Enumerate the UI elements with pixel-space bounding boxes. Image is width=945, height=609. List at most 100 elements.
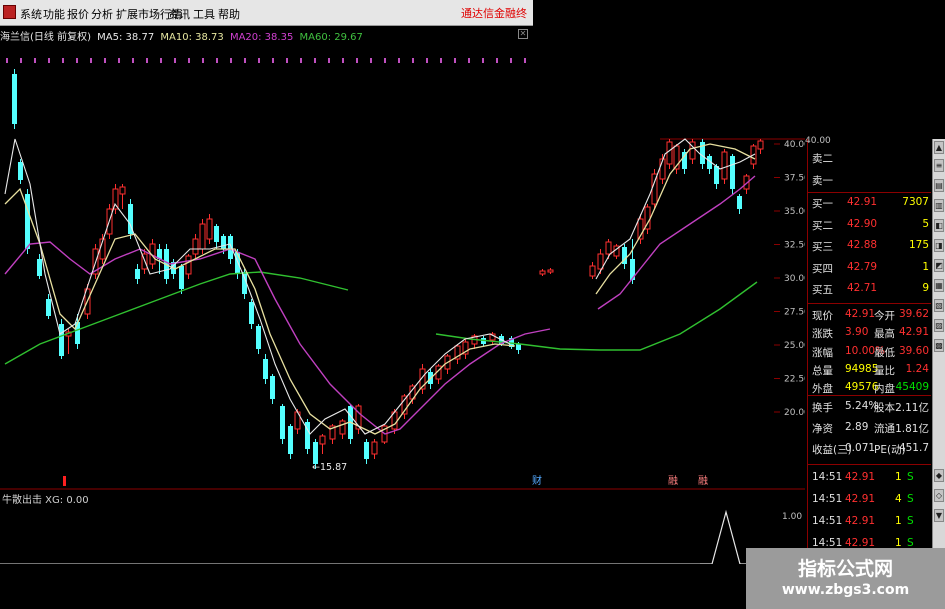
signal-tick bbox=[412, 58, 414, 63]
buy-row-1[interactable]: 买一 42.91 7307 bbox=[807, 195, 931, 212]
signal-tick bbox=[272, 58, 274, 63]
toolbar-btn-4[interactable]: ▥ bbox=[934, 199, 944, 212]
candle-body bbox=[288, 426, 293, 454]
stat-row-2[interactable]: 涨跌 3.90 最高 42.91 bbox=[807, 325, 931, 342]
tick-side: S bbox=[907, 493, 914, 505]
toolbar-btn-9[interactable]: ▧ bbox=[934, 299, 944, 312]
signal-tick bbox=[524, 58, 526, 63]
toolbar-btn-5[interactable]: ◧ bbox=[934, 219, 944, 232]
ma5-value: MA5: 38.77 bbox=[97, 32, 155, 43]
tick-row-2[interactable]: 14:51 42.91 4 S bbox=[807, 492, 931, 509]
low-price-marker: ←15.87 bbox=[312, 462, 347, 473]
candle-body bbox=[59, 324, 64, 356]
stat-value-2: 1.24 bbox=[905, 362, 929, 375]
ma10-value: MA10: 38.73 bbox=[160, 32, 224, 43]
event-marker-finance: 财 bbox=[532, 474, 542, 487]
candle-body bbox=[371, 441, 378, 455]
candle-body bbox=[179, 266, 184, 289]
signal-ticks bbox=[6, 58, 526, 63]
stat-label-2: 最低 bbox=[874, 346, 895, 359]
sell2-row[interactable]: 卖二 bbox=[807, 150, 931, 167]
tick-time: 14:51 bbox=[812, 515, 843, 527]
sell1-label: 卖一 bbox=[812, 175, 833, 187]
buy-row-5[interactable]: 买五 42.71 9 bbox=[807, 281, 931, 298]
candle-body bbox=[737, 196, 742, 209]
stat-label-1: 总量 bbox=[812, 364, 833, 377]
menu-analysis[interactable]: 分析 bbox=[91, 6, 113, 22]
toolbar-btn-1[interactable]: ▲ bbox=[934, 141, 944, 154]
tick-side: S bbox=[907, 471, 914, 483]
event-marker-margin-1: 融 bbox=[668, 475, 678, 487]
price-axis-label: 35.00 bbox=[784, 207, 805, 217]
toolbar-btn-8[interactable]: ▦ bbox=[934, 279, 944, 292]
stock-title: 海兰信(日线 前复权) bbox=[0, 32, 91, 43]
menu-function[interactable]: 功能 bbox=[43, 6, 65, 22]
stat-value-1: 3.90 bbox=[845, 326, 869, 339]
buy-row-2[interactable]: 买二 42.90 5 bbox=[807, 217, 931, 234]
fund-row-3[interactable]: 收益(三) 0.071 PE(动) 451.7 bbox=[807, 441, 931, 458]
buy-price: 42.71 bbox=[847, 282, 878, 294]
signal-tick bbox=[496, 58, 498, 63]
candle-body bbox=[280, 406, 285, 439]
toolbar-btn-12[interactable]: ◆ bbox=[934, 469, 944, 482]
signal-tick bbox=[468, 58, 470, 63]
menu-help[interactable]: 帮助 bbox=[218, 6, 240, 22]
menu-system[interactable]: 系统 bbox=[20, 6, 42, 22]
signal-tick bbox=[398, 58, 400, 63]
stat-value-2: 45409 bbox=[895, 381, 929, 394]
buy-label: 买五 bbox=[812, 284, 833, 296]
tick-row-1[interactable]: 14:51 42.91 1 S bbox=[807, 470, 931, 487]
fund-row-1[interactable]: 换手 5.24% 股本 2.11亿 bbox=[807, 399, 931, 416]
candle-body bbox=[192, 238, 199, 255]
buy-volume: 7307 bbox=[902, 196, 929, 208]
candle-body bbox=[185, 255, 192, 275]
candle-body bbox=[75, 322, 80, 344]
menu-tools[interactable]: 工具 bbox=[193, 6, 215, 22]
toolbar-btn-11[interactable]: ▩ bbox=[934, 339, 944, 352]
menu-news[interactable]: 资讯 bbox=[168, 6, 190, 22]
signal-tick bbox=[104, 58, 106, 63]
candle-body bbox=[319, 435, 326, 445]
candle-body bbox=[18, 162, 23, 180]
stat-row-4[interactable]: 总量 94985 量比 1.24 bbox=[807, 362, 931, 379]
candle-body bbox=[364, 442, 369, 459]
candle-body bbox=[112, 188, 119, 210]
signal-tick bbox=[356, 58, 358, 63]
tick-price: 42.91 bbox=[845, 493, 876, 505]
toolbar-btn-14[interactable]: ▼ bbox=[934, 509, 944, 522]
tick-volume: 1 bbox=[895, 471, 902, 483]
toolbar-btn-2[interactable]: ≡ bbox=[934, 159, 944, 172]
stat-row-1[interactable]: 现价 42.91 今开 39.62 bbox=[807, 307, 931, 324]
buy-row-4[interactable]: 买四 42.79 1 bbox=[807, 260, 931, 277]
price-axis-label: 37.50 bbox=[784, 174, 805, 184]
candle-body bbox=[730, 156, 735, 189]
toolbar-btn-7[interactable]: ◩ bbox=[934, 259, 944, 272]
candle-body bbox=[721, 151, 728, 180]
toolbar-btn-13[interactable]: ◇ bbox=[934, 489, 944, 502]
sell2-label: 卖二 bbox=[812, 153, 833, 165]
toolbar-btn-10[interactable]: ▨ bbox=[934, 319, 944, 332]
buy-price: 42.91 bbox=[847, 196, 878, 208]
candle-body bbox=[37, 259, 42, 276]
tick-row-3[interactable]: 14:51 42.91 1 S bbox=[807, 514, 931, 531]
price-axis-label: 22.50 bbox=[784, 375, 805, 385]
promo-text[interactable]: 通达信金融终 bbox=[461, 5, 527, 21]
close-icon[interactable]: ✕ bbox=[518, 29, 528, 39]
menu-quote[interactable]: 报价 bbox=[67, 6, 89, 22]
price-axis-label: 25.00 bbox=[784, 341, 805, 351]
stat-label-1: 涨跌 bbox=[812, 328, 833, 341]
event-marker-margin-2: 融 bbox=[698, 475, 708, 487]
candle-body bbox=[339, 420, 346, 435]
kline-chart[interactable]: 40.00 37.50 35.00 32.50 30.00 27.50 25.00 22.50… bbox=[0, 44, 805, 564]
signal-tick bbox=[202, 58, 204, 63]
sell1-row[interactable]: 卖一 bbox=[807, 172, 931, 189]
buy-row-3[interactable]: 买三 42.88 175 bbox=[807, 238, 931, 255]
toolbar-btn-3[interactable]: ▤ bbox=[934, 179, 944, 192]
signal-tick bbox=[34, 58, 36, 63]
candle-body bbox=[714, 166, 719, 184]
stat-row-3[interactable]: 涨幅 10.00% 最低 39.60 bbox=[807, 344, 931, 361]
right-toolbar[interactable]: ▲ ≡ ▤ ▥ ◧ ◨ ◩ ▦ ▧ ▨ ▩ ◆ ◇ ▼ bbox=[932, 139, 945, 609]
candle-body bbox=[249, 302, 254, 324]
fund-row-2[interactable]: 净资 2.89 流通 1.81亿 bbox=[807, 420, 931, 437]
toolbar-btn-6[interactable]: ◨ bbox=[934, 239, 944, 252]
